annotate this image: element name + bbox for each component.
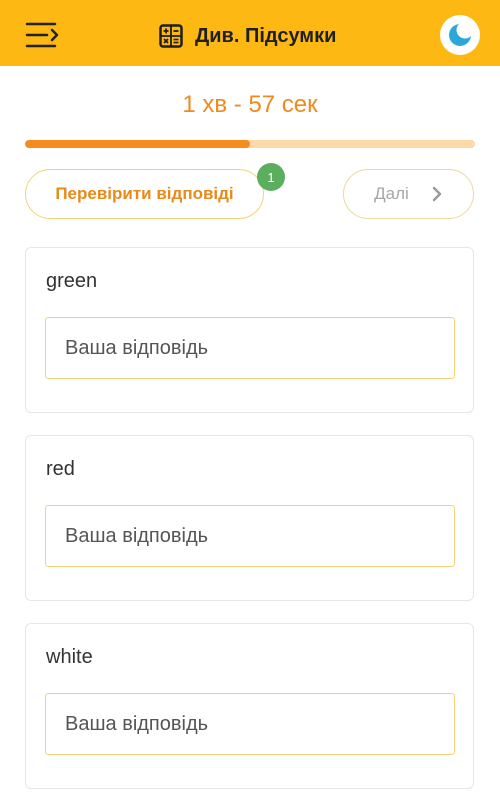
question-card: white [25, 623, 474, 789]
moon-icon [449, 21, 474, 46]
check-answers-button[interactable]: Перевірити відповіді [25, 169, 264, 219]
progress-fill [25, 140, 250, 148]
chevron-right-icon [432, 186, 442, 202]
progress-bar [25, 140, 475, 148]
check-answers-label: Перевірити відповіді [55, 184, 234, 203]
next-button[interactable]: Далі [343, 169, 474, 219]
calculator-icon [159, 24, 183, 48]
answer-input[interactable] [45, 505, 455, 567]
question-word: red [46, 458, 75, 480]
question-word: white [46, 646, 93, 668]
answer-input[interactable] [45, 693, 455, 755]
menu-button[interactable] [25, 20, 61, 50]
question-card: red [25, 435, 474, 601]
question-card: green [25, 247, 474, 413]
menu-arrow-icon [25, 22, 59, 48]
status-badge: 1 [257, 163, 285, 191]
header-title-group: Див. Підсумки [159, 22, 336, 50]
app-header: Див. Підсумки [0, 0, 500, 66]
question-word: green [46, 270, 98, 292]
timer-text: 1 хв - 57 сек [182, 91, 318, 118]
page-title: Див. Підсумки [195, 24, 337, 47]
next-button-label: Далі [374, 184, 409, 203]
answer-input[interactable] [45, 317, 455, 379]
theme-toggle-button[interactable] [440, 15, 480, 55]
